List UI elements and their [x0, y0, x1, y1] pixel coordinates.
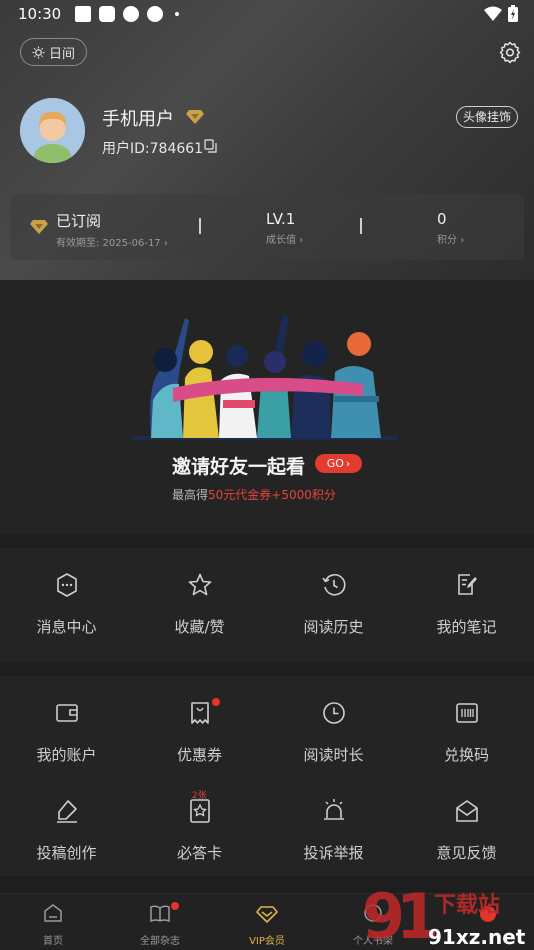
go-label: GO — [326, 457, 344, 470]
coupon-red-dot — [212, 698, 220, 706]
battery-icon — [508, 5, 518, 22]
star-icon — [188, 573, 211, 596]
watermark-brand: 下载站 — [434, 892, 500, 918]
invite-reward-highlight: 50元代金券+5000积分 — [208, 488, 336, 502]
app-notification-icon — [123, 6, 140, 22]
menu-label: 意见反馈 — [436, 844, 497, 862]
invite-reward-text: 最高得50元代金券+5000积分 — [172, 486, 336, 503]
level-stat[interactable]: LV.1 成长值 › — [266, 210, 303, 246]
alarm-icon — [323, 799, 344, 820]
menu-label: 阅读时长 — [303, 746, 364, 764]
points-value: 0 — [437, 210, 447, 228]
chevron-right-icon: › — [163, 238, 168, 249]
growth-label: 成长值 — [266, 235, 296, 246]
day-mode-toggle[interactable]: 日间 — [20, 38, 87, 66]
chevron-right-icon: › — [299, 235, 304, 246]
more-notifications-dot — [175, 12, 180, 16]
points-label: 积分 — [437, 235, 457, 246]
app-notification-icon — [147, 6, 164, 22]
menu-label: 我的账户 — [36, 746, 97, 764]
membership-stats-panel: 已订阅 有效期至: 2025-06-17 › LV.1 成长值 › 0 积分 › — [10, 194, 524, 260]
notification-icon — [99, 6, 116, 22]
history-icon — [321, 574, 346, 596]
menu-label: 我的笔记 — [436, 618, 497, 636]
vip-icon — [256, 906, 278, 923]
chevron-right-icon: › — [345, 457, 351, 470]
menu-label: 投诉举报 — [303, 844, 364, 862]
invite-reward-prefix: 最高得 — [172, 488, 209, 502]
home-icon — [44, 904, 62, 922]
tab-label: VIP会员 — [249, 936, 285, 947]
level-value: LV.1 — [266, 210, 296, 228]
username: 手机用户 — [102, 109, 174, 130]
menu-label: 投稿创作 — [36, 844, 97, 862]
watermark-logo: 9 1 下载站 91xz.net — [362, 882, 526, 950]
points-stat[interactable]: 0 积分 › — [437, 210, 464, 246]
invite-friends-banner[interactable]: 邀请好友一起看 GO › 最高得50元代金券+5000积分 — [0, 280, 534, 534]
barcode-icon — [455, 703, 478, 723]
pen-icon — [56, 800, 77, 823]
day-mode-label: 日间 — [48, 46, 75, 62]
coupon-icon — [190, 702, 209, 724]
subscription-status: 已订阅 — [56, 212, 102, 230]
magazine-icon — [150, 905, 170, 923]
avatar[interactable] — [20, 98, 85, 163]
divider — [199, 218, 201, 234]
user-id: 用户ID:784661 — [102, 141, 204, 157]
menu-item-answer-card[interactable]: 必答卡 — [133, 798, 266, 863]
tab-all-magazines[interactable]: 全部杂志 — [110, 902, 210, 947]
quick-menu-card: 消息中心 收藏/赞 阅读历史 我的笔记 — [0, 548, 534, 662]
note-icon — [457, 574, 477, 595]
friends-group-illustration-icon — [133, 314, 398, 440]
invite-go-button[interactable]: GO › — [315, 454, 362, 473]
card-icon — [189, 799, 210, 823]
chevron-right-icon: › — [460, 235, 465, 246]
menu-item-reading-time[interactable]: 阅读时长 — [267, 700, 400, 765]
menu-item-report[interactable]: 投诉举报 — [267, 798, 400, 863]
menu-label: 兑换码 — [443, 746, 489, 764]
tab-label: 首页 — [43, 936, 63, 947]
tab-vip[interactable]: VIP会员 — [217, 902, 317, 947]
status-bar: 10:30 — [0, 0, 534, 28]
menu-label: 收藏/赞 — [174, 618, 225, 636]
magazine-red-dot — [171, 902, 179, 910]
menu-item-message-center[interactable]: 消息中心 — [0, 572, 133, 637]
subscription-stat[interactable]: 已订阅 有效期至: 2025-06-17 › — [56, 210, 168, 249]
divider — [360, 218, 362, 234]
menu-label: 优惠券 — [176, 746, 222, 764]
menu-item-my-notes[interactable]: 我的笔记 — [400, 572, 533, 637]
menu-item-coupons[interactable]: 优惠券 2张 — [133, 698, 266, 801]
service-menu-card: 我的账户 优惠券 2张 阅读时长 兑换码 投稿创作 必答卡 投诉举报 意见反馈 — [0, 676, 534, 876]
copy-icon[interactable] — [204, 139, 218, 154]
menu-item-my-account[interactable]: 我的账户 — [0, 700, 133, 765]
message-icon — [56, 573, 77, 597]
feedback-icon — [455, 800, 478, 822]
menu-item-feedback[interactable]: 意见反馈 — [400, 798, 533, 863]
sun-icon — [32, 45, 45, 59]
clock-icon — [322, 702, 345, 724]
avatar-illustration-icon — [20, 98, 85, 163]
tab-label: 全部杂志 — [140, 936, 180, 947]
avatar-decoration-button[interactable]: 头像挂饰 — [455, 106, 518, 128]
menu-item-favorites[interactable]: 收藏/赞 — [133, 572, 266, 637]
wifi-icon — [484, 6, 502, 21]
tab-home[interactable]: 首页 — [3, 902, 103, 947]
settings-gear-icon[interactable] — [498, 40, 522, 64]
menu-label: 阅读历史 — [303, 618, 364, 636]
subscription-diamond-icon — [30, 220, 48, 234]
status-time: 10:30 — [18, 5, 62, 23]
menu-item-submit-creation[interactable]: 投稿创作 — [0, 798, 133, 863]
wallet-icon — [55, 704, 78, 722]
notification-icon — [75, 6, 92, 22]
menu-label: 消息中心 — [36, 618, 97, 636]
menu-label: 必答卡 — [176, 844, 222, 862]
invite-title: 邀请好友一起看 — [172, 456, 306, 478]
menu-item-reading-history[interactable]: 阅读历史 — [267, 572, 400, 637]
subscription-expiry: 有效期至: 2025-06-17 — [56, 238, 161, 249]
watermark-domain: 91xz.net — [428, 925, 526, 949]
menu-item-redeem-code[interactable]: 兑换码 — [400, 700, 533, 765]
vip-diamond-icon — [186, 110, 204, 124]
